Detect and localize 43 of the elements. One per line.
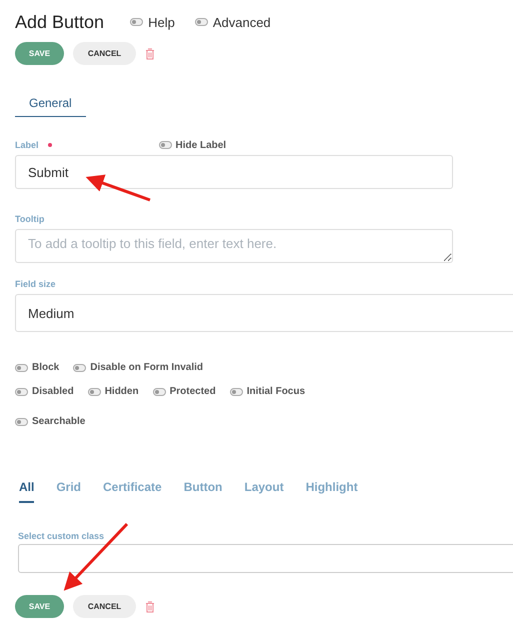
toggle-label: Searchable [32, 416, 86, 427]
cancel-button[interactable]: CANCEL [73, 595, 136, 618]
trash-icon[interactable] [145, 600, 155, 612]
tab[interactable]: Certificate [103, 475, 162, 503]
toggle-switch[interactable] [73, 364, 86, 372]
toggle-label: Help [148, 14, 175, 30]
field-label: Select custom class [18, 531, 104, 541]
toggle-label: Hide Label [176, 140, 226, 150]
tab[interactable]: Highlight [306, 475, 358, 503]
toggle-label: Initial Focus [246, 386, 306, 397]
field-label: Label [15, 140, 39, 150]
toggle-switch[interactable] [15, 364, 28, 372]
tab[interactable]: Button [184, 475, 222, 503]
tab[interactable]: Layout [244, 475, 284, 503]
toggle-switch[interactable] [158, 141, 172, 149]
toggle-switch[interactable] [194, 18, 208, 26]
arrow [86, 174, 150, 202]
tooltip-field[interactable]: To add a tooltip to this field, enter text here. [15, 229, 453, 263]
field-label: Tooltip [15, 214, 44, 224]
toggle-switch[interactable] [15, 418, 28, 426]
toggle-label: Hidden [104, 386, 139, 397]
page-title: Add Button [15, 12, 104, 32]
toggle-switch[interactable] [230, 388, 243, 396]
save-button[interactable]: SAVE [15, 595, 64, 618]
toggle-label: Block [32, 362, 60, 373]
field-size-select[interactable]: Medium [15, 294, 513, 332]
toggle-switch[interactable] [152, 388, 166, 396]
toggle-label: Disable on Form Invalid [90, 362, 204, 373]
toggle-switch[interactable] [88, 388, 101, 396]
toggle-label: Advanced [212, 14, 271, 30]
tab[interactable]: Grid [56, 475, 82, 503]
field-label: Field size [15, 279, 56, 289]
cancel-button[interactable]: CANCEL [73, 42, 136, 65]
toggle-label: Disabled [32, 386, 74, 397]
toggle-label: Protected [170, 386, 216, 397]
toggle-switch[interactable] [130, 18, 144, 26]
label-field[interactable]: Submit [15, 155, 453, 189]
tab[interactable]: All [19, 475, 34, 503]
custom-class-field[interactable] [18, 544, 513, 573]
tab[interactable]: General [15, 91, 86, 117]
trash-icon[interactable] [145, 48, 155, 60]
toggle-switch[interactable] [15, 388, 28, 396]
save-button[interactable]: SAVE [15, 42, 64, 65]
